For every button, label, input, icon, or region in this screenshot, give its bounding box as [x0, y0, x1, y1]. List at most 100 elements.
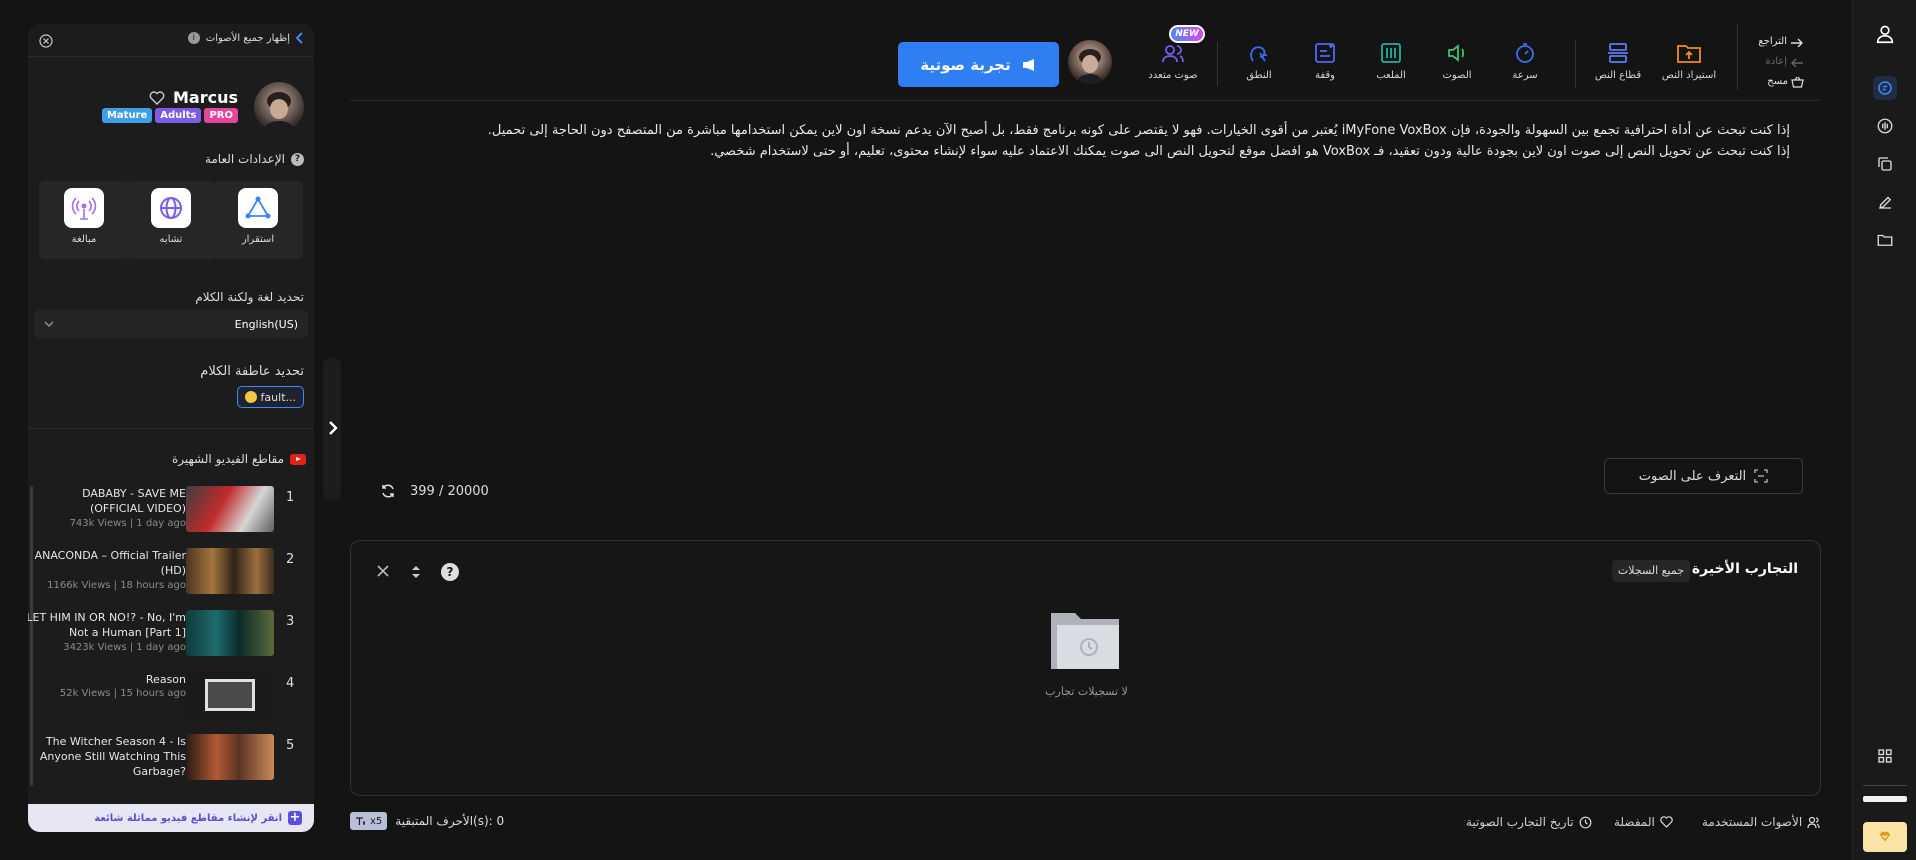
text-segment-label: قطاع النص [1594, 70, 1642, 81]
used-voices-label: الأصوات المستخدمة [1702, 815, 1803, 829]
multi-voice-button[interactable]: صوت متعدد [1138, 40, 1208, 81]
toolbar-divider [1575, 40, 1576, 88]
show-all-voices-link[interactable]: i إظهار جميع الأصوات [187, 32, 304, 44]
video-rank: 3 [286, 614, 295, 629]
video-thumbnail [186, 672, 274, 718]
help-icon[interactable]: ? [291, 152, 304, 166]
close-icon[interactable] [376, 564, 390, 578]
video-item-4[interactable]: Reason 52k Views | 15 hours ago 4 [28, 672, 314, 728]
clear-label: مسح [1767, 76, 1788, 87]
pitch-button[interactable]: الملعب [1356, 40, 1426, 81]
stability-setting[interactable]: استقرار [213, 181, 303, 259]
favorites-link[interactable]: المفضلة [1614, 815, 1673, 829]
video-meta: 743k Views | 1 day ago [69, 518, 186, 529]
language-label: تحديد لغة ولكنة الكلام [195, 290, 304, 304]
favorites-label: المفضلة [1614, 815, 1655, 829]
video-item-5[interactable]: The Witcher Season 4 - Is Anyone Still W… [28, 734, 314, 790]
records-filter[interactable]: جميع السجلات [1611, 560, 1690, 582]
video-rank: 5 [286, 738, 295, 753]
voice-button[interactable]: الصوت [1422, 40, 1492, 81]
audio-wave-icon[interactable] [1873, 114, 1897, 138]
chevron-left-icon [296, 32, 303, 44]
similarity-icon-box [151, 188, 191, 228]
show-all-voices-label: إظهار جميع الأصوات [205, 32, 290, 44]
emotion-value: fault... [260, 390, 296, 404]
char-count-text: 399 / 20000 [410, 483, 489, 499]
voice-history-label: تاريخ التجارب الصوتية [1466, 815, 1574, 829]
general-settings-label: الإعدادات العامة [204, 152, 285, 166]
create-videos-label: انقر لإنشاء مقاطع فيديو مماثلة شائعة [94, 812, 282, 824]
emotion-chip[interactable]: fault... [236, 386, 304, 408]
speaker-icon [1448, 44, 1465, 62]
import-text-label: استيراد النص [1661, 70, 1717, 81]
smile-emoji-icon [244, 391, 257, 403]
video-thumbnail [186, 610, 274, 656]
avatar-image [263, 92, 295, 132]
multi-voice-label: صوت متعدد [1148, 70, 1198, 81]
voice-recognition-button[interactable]: التعرف على الصوت [1604, 458, 1803, 494]
badge-mature: Mature [101, 108, 153, 123]
equalizer-icon [1381, 43, 1401, 63]
video-item-1[interactable]: DABABY - SAVE ME (OFFICIAL VIDEO) 743k V… [28, 486, 314, 542]
voice-avatar[interactable] [1068, 40, 1112, 84]
pronunciation-button[interactable]: النطق [1224, 40, 1294, 81]
exaggeration-label: مبالغة [71, 234, 97, 245]
toolbar-divider [1217, 42, 1218, 86]
try-voice-button[interactable]: تجربة صوتية [898, 42, 1059, 87]
multiplier-text: x5 [370, 815, 383, 827]
avatar-image [1076, 49, 1104, 84]
users-icon [1807, 816, 1820, 828]
exaggeration-setting[interactable]: مبالغة [39, 181, 129, 259]
clear-button[interactable]: مسح [1752, 72, 1804, 92]
apps-grid-icon[interactable] [1873, 744, 1897, 768]
plus-icon: + [288, 810, 302, 825]
triangle-network-icon [245, 196, 271, 219]
recent-experiences-panel: التجارب الأخيرة جميع السجلات ? لا تسجيلا… [350, 540, 1821, 796]
create-videos-button[interactable]: انقر لإنشاء مقاطع فيديو مماثلة شائعة + [28, 804, 314, 832]
multiplier-badge[interactable]: x5 [350, 812, 388, 830]
text-editor[interactable]: إذا كنت تبحث عن أداة احترافية تجمع بين ا… [390, 120, 1790, 162]
close-circle-icon[interactable] [39, 34, 53, 48]
user-icon[interactable] [1873, 22, 1897, 46]
video-title: The Witcher Season 4 - Is Anyone Still W… [39, 735, 186, 778]
heart-outline-icon[interactable] [149, 90, 165, 105]
heart-icon [1660, 816, 1673, 828]
stability-icon-box [238, 188, 278, 228]
import-text-button[interactable]: استيراد النص [1654, 40, 1724, 81]
similarity-setting[interactable]: تشابه [126, 181, 216, 259]
help-icon[interactable]: ? [441, 563, 459, 581]
premium-button[interactable] [1863, 822, 1907, 852]
emotion-label: تحديد عاطفة الكلام [200, 364, 304, 379]
used-voices-link[interactable]: الأصوات المستخدمة [1702, 815, 1820, 829]
folder-icon[interactable] [1873, 228, 1897, 252]
video-title: LET HIM IN OR NO!? - No, I'm Not a Human… [28, 611, 186, 639]
undo-button[interactable]: التراجع [1752, 32, 1804, 52]
language-select[interactable]: English(US) [34, 310, 308, 338]
badge-pro: PRO [204, 108, 238, 123]
text-icon [356, 817, 365, 825]
pitch-label: الملعب [1376, 70, 1406, 81]
voice-history-link[interactable]: تاريخ التجارب الصوتية [1466, 815, 1592, 829]
remaining-chars: x5 الأحرف المتبقية(s): 0 [350, 812, 504, 830]
text-to-speech-icon[interactable] [1873, 76, 1897, 100]
speed-label: سرعة [1512, 70, 1538, 81]
sort-icon[interactable] [410, 564, 422, 580]
refresh-icon[interactable] [380, 483, 396, 499]
video-item-3[interactable]: LET HIM IN OR NO!? - No, I'm Not a Human… [28, 610, 314, 666]
chevron-right-icon[interactable] [327, 420, 339, 436]
speed-button[interactable]: سرعة [1490, 40, 1560, 81]
toolbar-divider [1737, 24, 1738, 90]
badge-adults: Adults [155, 108, 202, 123]
pause-button[interactable]: وقفة [1290, 40, 1360, 81]
redo-button[interactable]: إعادة [1752, 52, 1804, 72]
text-segment-button[interactable]: قطاع النص [1583, 40, 1653, 81]
edit-icon[interactable] [1873, 190, 1897, 214]
copy-icon[interactable] [1873, 152, 1897, 176]
video-item-2[interactable]: ANACONDA – Official Trailer (HD) 1166k V… [28, 548, 314, 604]
voice-settings-panel: i إظهار جميع الأصوات Marcus Mature Adult… [28, 24, 314, 832]
toolbar-bottom-divider [350, 100, 1820, 101]
video-rank: 4 [286, 676, 295, 691]
rail-bar [1863, 796, 1907, 802]
right-rail [1852, 0, 1916, 860]
pronunciation-icon [1250, 46, 1267, 62]
